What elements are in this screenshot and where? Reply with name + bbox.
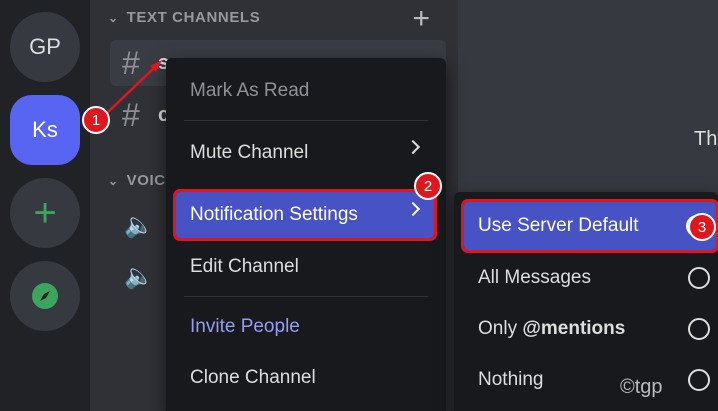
badge-number: 1 [91,111,101,129]
annotation-badge-3: 3 [688,213,716,241]
menu-divider [184,120,428,121]
menu-item-label: Invite People [190,316,300,337]
radio-unchecked-icon[interactable] [688,318,710,340]
menu-item-edit-channel[interactable]: Edit Channel [176,244,434,290]
badge-number: 3 [697,218,707,236]
channel-context-menu: Mark As Read Mute Channel Notification S… [166,58,446,411]
category-text-channels[interactable]: ⌄ TEXT CHANNELS [108,9,260,26]
menu-item-label: Mute Channel [190,142,309,163]
menu-item-label: Notification Settings [190,204,358,225]
option-label-prefix: Only [478,318,523,339]
server-ks[interactable]: Ks [10,95,80,165]
option-label: Nothing [478,369,544,390]
option-nothing[interactable]: Nothing [464,356,718,404]
add-server-button[interactable]: + [10,178,80,248]
option-label-bold: @mentions [522,318,626,339]
chevron-right-icon [405,139,421,155]
chevron-right-icon [405,201,421,217]
option-use-server-default[interactable]: Use Server Default [461,199,718,253]
main-content-text: Th [694,128,718,150]
radio-unchecked-icon[interactable] [688,267,710,289]
server-gp[interactable]: GP [10,12,80,82]
option-label: Only @mentions [478,318,625,340]
annotation-arrow [105,60,162,115]
menu-item-clone-channel[interactable]: Clone Channel [176,355,434,401]
server-label: GP [29,34,61,59]
create-channel-plus-icon[interactable]: + [412,4,430,34]
menu-item-mute-channel[interactable]: Mute Channel [176,130,434,176]
menu-divider [184,296,428,297]
watermark: ©tgp [620,376,663,398]
option-only-mentions[interactable]: Only @mentions [464,305,718,353]
badge-number: 2 [423,177,433,195]
chevron-down-icon: ⌄ [108,10,119,25]
compass-icon [32,283,58,309]
annotation-badge-1: 1 [82,106,110,134]
annotation-badge-2: 2 [414,172,442,200]
menu-item-label: Clone Channel [190,367,316,388]
speaker-icon[interactable]: 🔈 [124,262,154,291]
menu-item-label: Edit Channel [190,256,299,277]
menu-item-invite-people[interactable]: Invite People [176,304,434,350]
option-all-messages[interactable]: All Messages [464,254,718,302]
server-label: Ks [32,117,58,142]
notification-settings-submenu: Use Server Default All Messages Only @me… [454,192,718,411]
radio-unchecked-icon[interactable] [688,369,710,391]
option-label: Use Server Default [478,215,639,236]
explore-servers-button[interactable] [10,261,80,331]
menu-item-label: Mark As Read [190,80,310,101]
option-label: All Messages [478,267,591,288]
category-label: TEXT CHANNELS [126,9,261,26]
speaker-icon[interactable]: 🔈 [124,211,154,240]
menu-item-mark-as-read[interactable]: Mark As Read [176,68,434,114]
plus-icon: + [33,190,57,235]
menu-item-notification-settings[interactable]: Notification Settings [173,189,437,241]
server-rail: GP Ks + [0,0,90,411]
chevron-down-icon: ⌄ [108,173,119,188]
